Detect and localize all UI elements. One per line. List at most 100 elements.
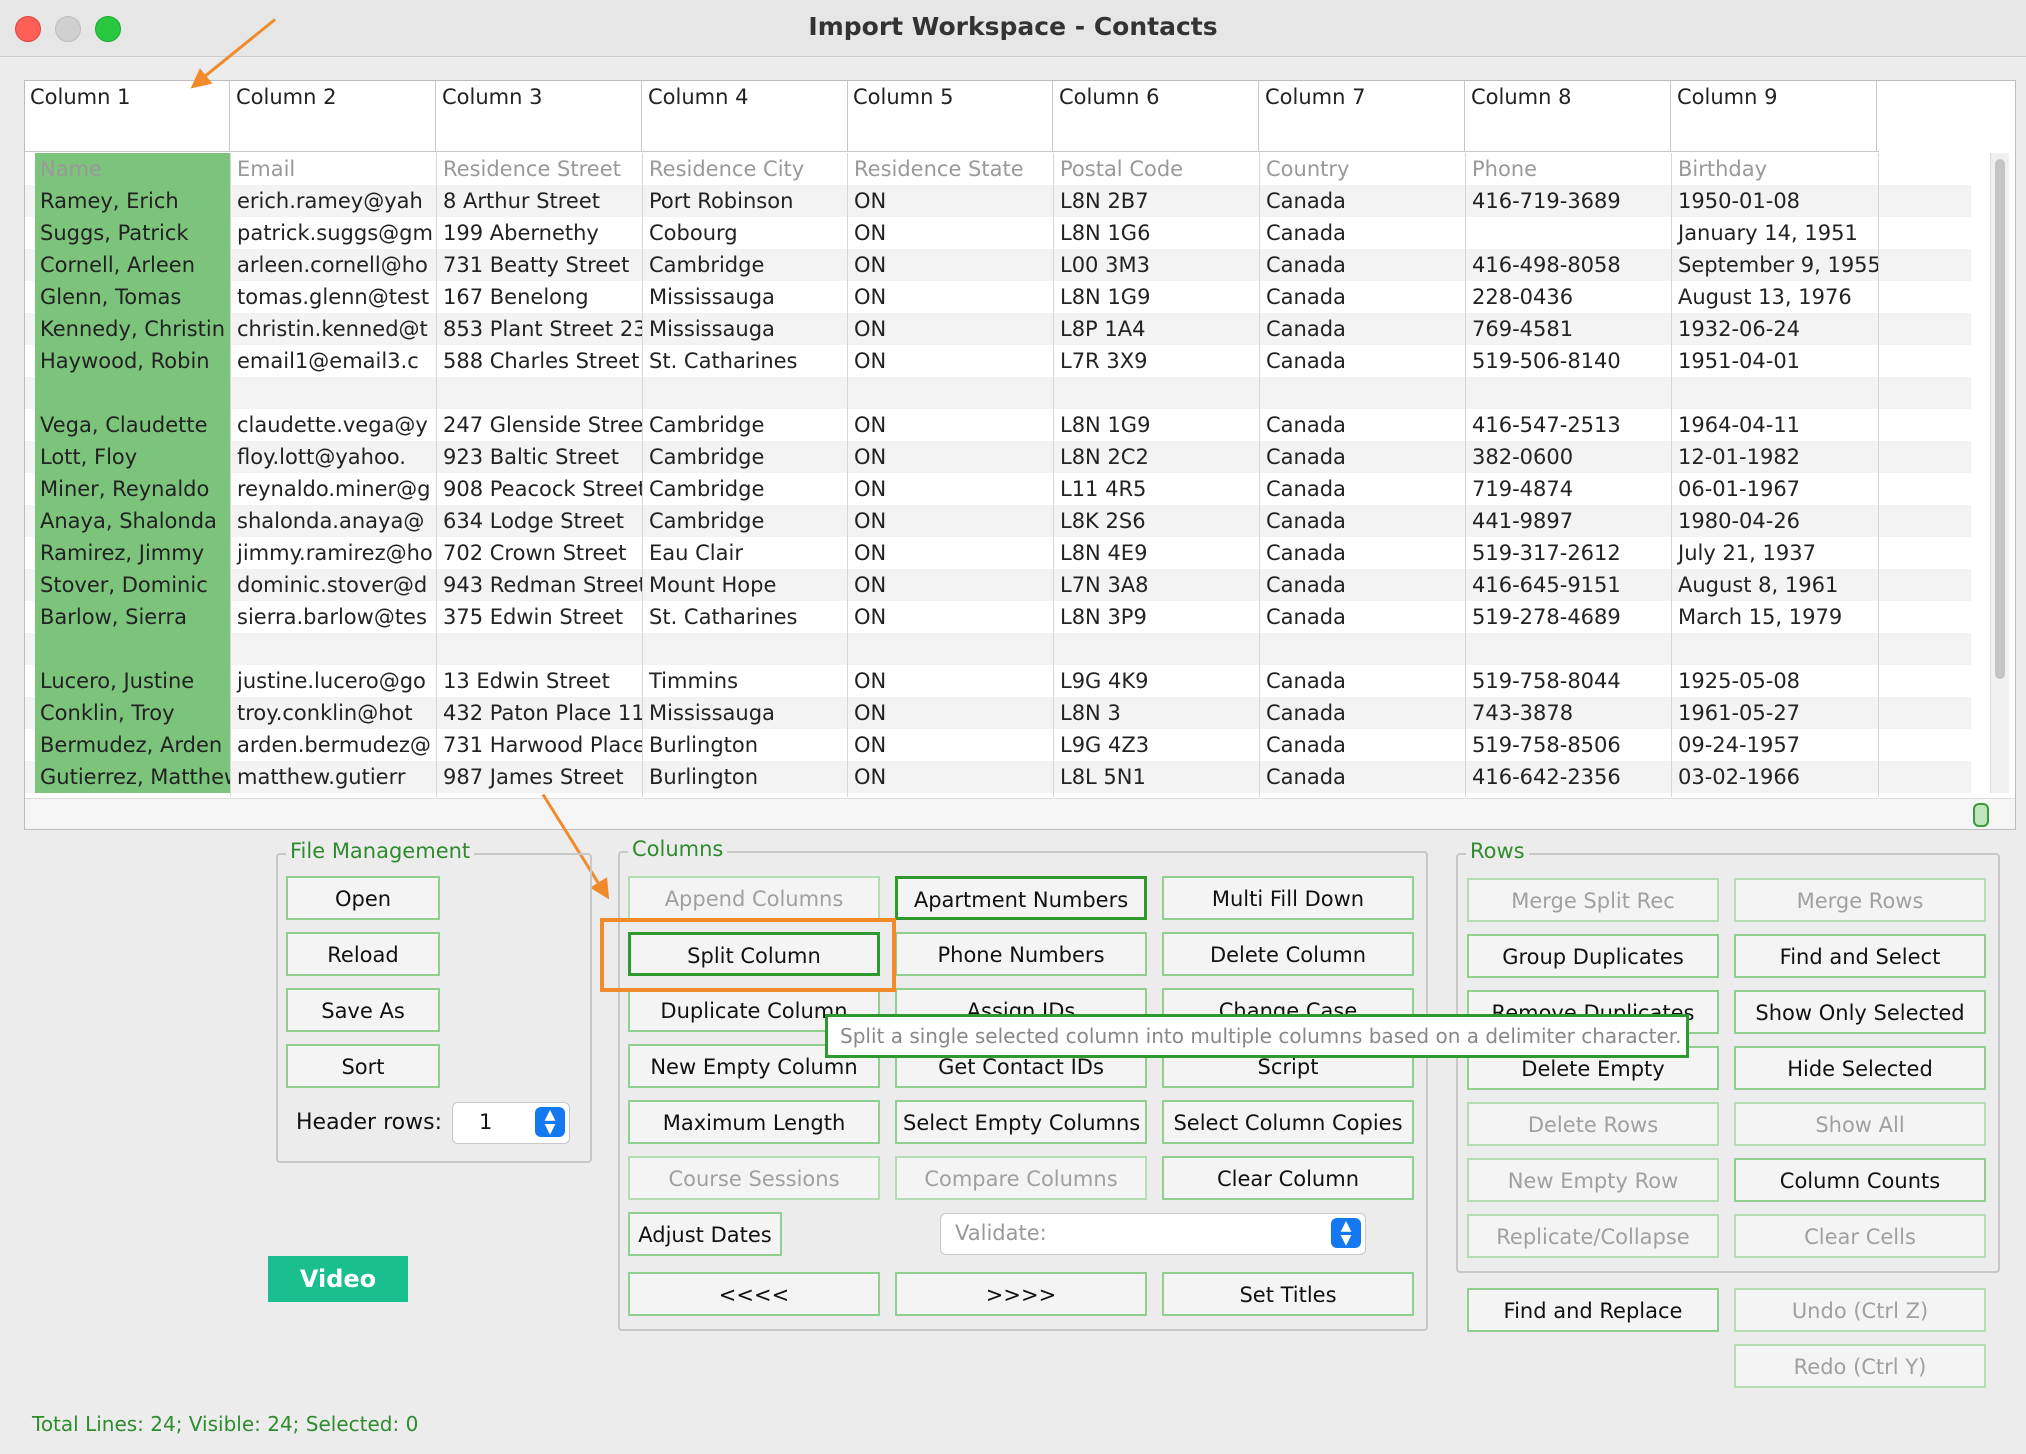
table-cell[interactable]: L8N 4E9: [1055, 537, 1260, 569]
table-cell[interactable]: March 15, 1979: [1673, 601, 1878, 633]
table-cell[interactable]: 228-0436: [1467, 281, 1672, 313]
column-header-3[interactable]: Column 3: [437, 81, 642, 151]
table-cell[interactable]: ON: [849, 729, 1054, 761]
table-cell[interactable]: 519-506-8140: [1467, 345, 1672, 377]
table-cell[interactable]: Conklin, Troy: [35, 697, 231, 729]
table-row[interactable]: Kennedy, Christin christin.kenned@t 853 Pl…: [25, 313, 1971, 345]
table-cell[interactable]: 519-317-2612: [1467, 537, 1672, 569]
merge-rows-button[interactable]: Merge Rows: [1734, 878, 1986, 922]
table-row[interactable]: Cornell, Arleen arleen.cornell@ho 731 Beat…: [25, 249, 1971, 281]
column-header-4[interactable]: Column 4: [643, 81, 848, 151]
table-cell[interactable]: erich.ramey@yah: [232, 185, 437, 217]
table-cell[interactable]: ON: [849, 665, 1054, 697]
table-cell[interactable]: L8N 1G9: [1055, 281, 1260, 313]
validate-select[interactable]: Validate: ▲ ▼: [940, 1213, 1366, 1255]
table-cell[interactable]: ON: [849, 473, 1054, 505]
table-cell[interactable]: 731 Harwood Place: [438, 729, 643, 761]
table-cell[interactable]: 199 Abernethy: [438, 217, 643, 249]
table-cell[interactable]: July 21, 1937: [1673, 537, 1878, 569]
table-body[interactable]: Name Email Residence Street Residence City R…: [25, 153, 1971, 797]
table-cell[interactable]: Haywood, Robin: [35, 345, 231, 377]
table-cell[interactable]: tomas.glenn@test: [232, 281, 437, 313]
table-row[interactable]: [25, 633, 1971, 665]
table-row[interactable]: Lucero, Justine justine.lucero@go 13 Edwin…: [25, 665, 1971, 697]
table-cell[interactable]: L8N 1G6: [1055, 217, 1260, 249]
table-cell[interactable]: patrick.suggs@gm: [232, 217, 437, 249]
table-cell[interactable]: Residence City: [644, 153, 849, 185]
column-header-2[interactable]: Column 2: [231, 81, 436, 151]
table-cell[interactable]: 923 Baltic Street: [438, 441, 643, 473]
table-cell[interactable]: claudette.vega@y: [232, 409, 437, 441]
table-cell[interactable]: Canada: [1261, 569, 1466, 601]
table-cell[interactable]: arleen.cornell@ho: [232, 249, 437, 281]
table-cell[interactable]: Canada: [1261, 537, 1466, 569]
select-arrows-icon[interactable]: ▲ ▼: [1331, 1218, 1361, 1248]
table-cell[interactable]: ON: [849, 537, 1054, 569]
table-cell[interactable]: L7R 3X9: [1055, 345, 1260, 377]
multi-fill-down-button[interactable]: Multi Fill Down: [1162, 876, 1414, 920]
table-row[interactable]: Conklin, Troy troy.conklin@hot 432 Paton P…: [25, 697, 1971, 729]
table-cell[interactable]: Cambridge: [644, 249, 849, 281]
table-cell[interactable]: [1673, 377, 1878, 409]
table-cell[interactable]: L8N 2B7: [1055, 185, 1260, 217]
table-cell[interactable]: Glenn, Tomas: [35, 281, 231, 313]
table-cell[interactable]: Canada: [1261, 345, 1466, 377]
table-cell[interactable]: sierra.barlow@tes: [232, 601, 437, 633]
table-cell[interactable]: ON: [849, 249, 1054, 281]
table-cell[interactable]: [849, 633, 1054, 665]
table-cell[interactable]: Canada: [1261, 217, 1466, 249]
table-cell[interactable]: Eau Clair: [644, 537, 849, 569]
vertical-scroll-thumb[interactable]: [1995, 159, 2005, 679]
table-cell[interactable]: [849, 377, 1054, 409]
compare-columns-button[interactable]: Compare Columns: [895, 1156, 1147, 1200]
course-sessions-button[interactable]: Course Sessions: [628, 1156, 880, 1200]
table-cell[interactable]: L8N 3: [1055, 697, 1260, 729]
table-cell[interactable]: 8 Arthur Street: [438, 185, 643, 217]
table-cell[interactable]: Canada: [1261, 505, 1466, 537]
table-cell[interactable]: [1467, 217, 1672, 249]
table-cell[interactable]: [1055, 633, 1260, 665]
table-cell[interactable]: 416-642-2356: [1467, 761, 1672, 793]
redo-button[interactable]: Redo (Ctrl Y): [1734, 1344, 1986, 1388]
table-cell[interactable]: 769-4581: [1467, 313, 1672, 345]
table-cell[interactable]: 987 James Street: [438, 761, 643, 793]
column-header-6[interactable]: Column 6: [1054, 81, 1259, 151]
table-cell[interactable]: 03-02-1966: [1673, 761, 1878, 793]
table-cell[interactable]: [35, 633, 231, 665]
table-row[interactable]: Suggs, Patrick patrick.suggs@gm 199 Aberne…: [25, 217, 1971, 249]
table-row[interactable]: [25, 377, 1971, 409]
table-cell[interactable]: Timmins: [644, 665, 849, 697]
table-cell[interactable]: 12-01-1982: [1673, 441, 1878, 473]
table-cell[interactable]: 13 Edwin Street: [438, 665, 643, 697]
table-cell[interactable]: Lucero, Justine: [35, 665, 231, 697]
table-cell[interactable]: Barlow, Sierra: [35, 601, 231, 633]
table-cell[interactable]: 375 Edwin Street: [438, 601, 643, 633]
table-cell[interactable]: 719-4874: [1467, 473, 1672, 505]
table-cell[interactable]: 441-9897: [1467, 505, 1672, 537]
table-cell[interactable]: Mount Hope: [644, 569, 849, 601]
set-titles-button[interactable]: Set Titles: [1162, 1272, 1414, 1316]
table-cell[interactable]: Canada: [1261, 729, 1466, 761]
table-cell[interactable]: Canada: [1261, 697, 1466, 729]
table-cell[interactable]: Canada: [1261, 665, 1466, 697]
table-cell[interactable]: 743-3878: [1467, 697, 1672, 729]
table-cell[interactable]: 1964-04-11: [1673, 409, 1878, 441]
show-all-button[interactable]: Show All: [1734, 1102, 1986, 1146]
table-cell[interactable]: email1@email3.c: [232, 345, 437, 377]
vertical-scrollbar[interactable]: [1990, 153, 2009, 793]
table-row[interactable]: Lott, Floy floy.lott@yahoo. 923 Baltic Str…: [25, 441, 1971, 473]
find-and-replace-button[interactable]: Find and Replace: [1467, 1288, 1719, 1332]
table-cell[interactable]: 519-758-8044: [1467, 665, 1672, 697]
next-button[interactable]: >>>>: [895, 1272, 1147, 1316]
table-cell[interactable]: Phone: [1467, 153, 1672, 185]
table-cell[interactable]: January 14, 1951: [1673, 217, 1878, 249]
table-cell[interactable]: Gutierrez, Matthew: [35, 761, 231, 793]
table-row[interactable]: Bermudez, Arden arden.bermudez@ 731 Harwoo…: [25, 729, 1971, 761]
table-cell[interactable]: 908 Peacock Street: [438, 473, 643, 505]
table-cell[interactable]: September 9, 1955: [1673, 249, 1878, 281]
table-cell[interactable]: L7N 3A8: [1055, 569, 1260, 601]
append-columns-button[interactable]: Append Columns: [628, 876, 880, 920]
table-cell[interactable]: 634 Lodge Street: [438, 505, 643, 537]
table-cell[interactable]: reynaldo.miner@g: [232, 473, 437, 505]
table-cell[interactable]: Ramey, Erich: [35, 185, 231, 217]
